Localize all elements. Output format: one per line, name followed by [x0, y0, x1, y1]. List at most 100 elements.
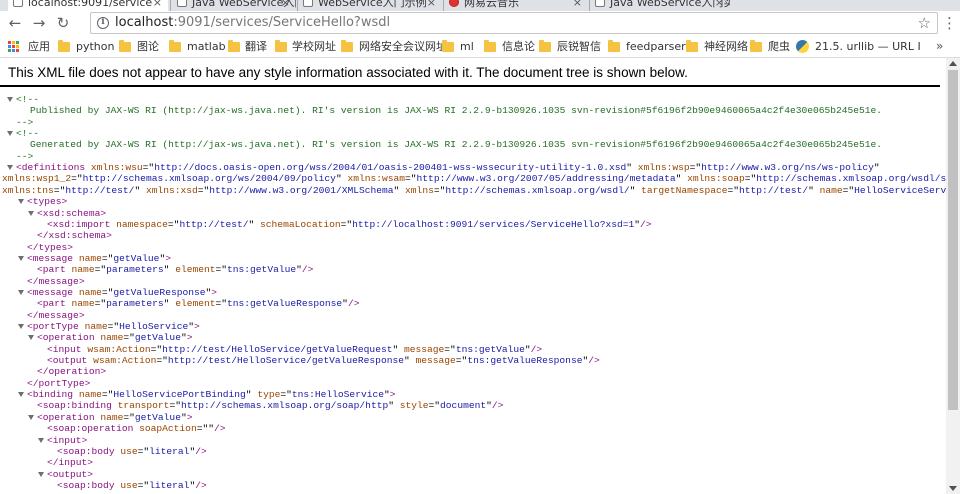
xml-element-line: </xsd:schema> — [37, 230, 112, 241]
close-icon[interactable]: × — [427, 0, 436, 11]
tab-webservice-example[interactable]: WebService入门示例 × — [298, 0, 442, 11]
xml-token: http://www.w3.org/ns/ws-policy — [701, 162, 874, 174]
expand-toggle-icon[interactable] — [38, 437, 44, 443]
bookmark-security-conf[interactable]: 网络安全会议网址 — [359, 36, 447, 57]
xml-token: xmlns — [405, 184, 434, 196]
xml-token: /> — [530, 343, 543, 355]
xml-token: =" — [455, 355, 468, 367]
xml-token: =" — [137, 479, 150, 491]
bookmark-urllib[interactable]: 21.5. urllib — URL I — [815, 36, 921, 57]
bookmark-matlab[interactable]: matlab — [187, 36, 226, 57]
xml-token: " — [403, 355, 416, 367]
bookmark-info-theory[interactable]: 信息论 — [502, 36, 535, 57]
xml-token: " — [626, 162, 638, 174]
xml-token: xmlns:wsp1_2 — [2, 173, 72, 185]
xml-token: HelloServicePortBinding — [113, 389, 246, 401]
xml-token: =" — [727, 184, 739, 196]
menu-icon[interactable]: ⋮ — [942, 14, 957, 32]
scrollbar[interactable] — [946, 58, 960, 494]
folder-icon — [442, 40, 454, 52]
bookmark-translate[interactable]: 翻译 — [245, 36, 267, 57]
xml-token: literal — [149, 445, 190, 457]
xml-token: =" — [689, 162, 702, 174]
expand-toggle-icon[interactable] — [7, 97, 13, 102]
tab-java-webservice-2[interactable]: Java WebService入门实 × — [590, 0, 730, 11]
xml-token: HelloServiceService — [854, 184, 960, 196]
scroll-up-icon[interactable] — [949, 61, 957, 66]
xml-token: <message — [27, 286, 79, 298]
xml-token: soapAction — [139, 423, 197, 435]
info-icon[interactable]: i — [97, 17, 109, 29]
xml-element-line: <operation name="getValue"> — [37, 412, 192, 423]
expand-toggle-icon[interactable] — [18, 255, 24, 261]
bookmark-ml[interactable]: ml — [460, 36, 474, 57]
xml-token: HelloService — [119, 321, 189, 332]
close-icon[interactable]: × — [573, 0, 582, 11]
bookmark-chenrui[interactable]: 辰锐智信 — [557, 36, 601, 57]
bookmark-graph-theory[interactable]: 图论 — [137, 36, 159, 57]
url-host: localhost — [115, 15, 174, 30]
forward-icon[interactable]: → — [30, 14, 48, 32]
xml-token: =" — [169, 400, 181, 412]
bookmark-feedparser[interactable]: feedparser — [626, 36, 686, 57]
folder-icon — [608, 40, 620, 52]
xml-token: <portType — [27, 321, 85, 332]
xml-comment-text: Generated by JAX-WS RI (http://jax-ws.ja… — [30, 139, 882, 150]
xml-token: xmlns:xsd — [145, 184, 198, 196]
expand-toggle-icon[interactable] — [7, 131, 13, 137]
xml-token: > — [186, 332, 193, 344]
xml-token: http://schemas.xmlsoap.org/wsdl/soap/ — [756, 173, 960, 185]
back-icon[interactable]: ← — [6, 14, 24, 32]
bookmark-crawler[interactable]: 爬虫 — [768, 36, 790, 57]
more-bookmarks-icon[interactable]: » — [936, 36, 943, 57]
bookmark-school[interactable]: 学校网址 — [292, 36, 336, 57]
xml-token: schemaLocation — [260, 218, 341, 230]
xml-element-line: xmlns:wsp1_2="http://schemas.xmlsoap.org… — [2, 173, 960, 184]
xml-element-line: <soap:binding transport="http://schemas.… — [37, 400, 503, 411]
expand-toggle-icon[interactable] — [18, 392, 24, 398]
expand-toggle-icon[interactable] — [28, 414, 34, 420]
expand-toggle-icon[interactable] — [28, 210, 34, 216]
xml-token: =" — [215, 264, 228, 276]
scroll-down-icon[interactable] — [949, 486, 957, 491]
xml-token: =" — [340, 218, 353, 230]
xml-token: parameters — [106, 264, 164, 276]
close-icon[interactable]: × — [153, 0, 162, 11]
xml-token: =" — [428, 400, 441, 412]
close-icon[interactable]: × — [715, 0, 724, 11]
xml-token: /> — [491, 400, 504, 412]
xml-token: " — [808, 184, 820, 196]
bookmark-neural-net[interactable]: 神经网络 — [704, 36, 748, 57]
folder-icon — [275, 40, 287, 52]
scroll-thumb[interactable] — [948, 70, 958, 410]
url-path: :9091/services/ServiceHello?wsdl — [173, 15, 391, 30]
address-bar[interactable]: i localhost:9091/services/ServiceHello?w… — [90, 12, 938, 34]
xml-token: getValue — [134, 332, 181, 344]
xml-token: > — [186, 411, 193, 423]
bookmark-python[interactable]: python — [76, 36, 114, 57]
apps-icon — [8, 41, 19, 52]
bookmark-apps[interactable]: 应用 — [28, 36, 50, 57]
xml-token: http://localhost:9091/services/ServiceHe… — [352, 218, 635, 230]
tab-localhost[interactable]: localhost:9091/service × — [8, 0, 168, 11]
tab-java-webservice-1[interactable]: Java WebService入门实 × — [172, 0, 296, 11]
xml-style-notice: This XML file does not appear to have an… — [8, 65, 688, 80]
tab-netease-music[interactable]: 网易云音乐 × — [444, 0, 588, 11]
tab-title: 网易云音乐 — [464, 0, 519, 9]
expand-toggle-icon[interactable] — [38, 471, 44, 477]
xml-token: " — [388, 400, 400, 412]
close-icon[interactable]: × — [281, 0, 290, 11]
expand-toggle-icon[interactable] — [28, 335, 34, 341]
page-icon — [595, 0, 605, 7]
xml-comment-close: --> — [16, 117, 33, 128]
xml-token: element — [175, 264, 216, 276]
expand-toggle-icon[interactable] — [18, 289, 24, 295]
expand-toggle-icon[interactable] — [7, 165, 13, 171]
xml-token: xmlns:wsu — [90, 162, 143, 174]
xml-token: getValueResponse — [113, 286, 206, 298]
expand-toggle-icon[interactable] — [18, 199, 24, 205]
expand-toggle-icon[interactable] — [18, 324, 24, 329]
xml-token: " — [163, 298, 176, 310]
star-icon[interactable]: ☆ — [918, 13, 931, 33]
reload-icon[interactable]: ↻ — [54, 14, 72, 32]
